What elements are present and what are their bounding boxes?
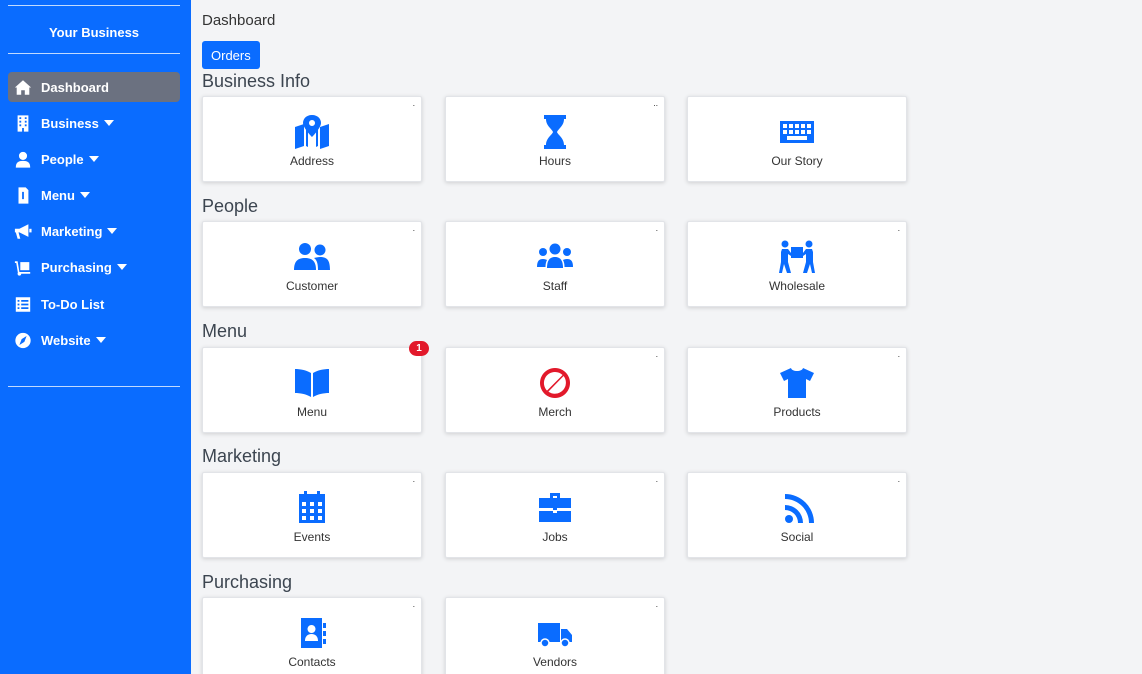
users-icon bbox=[203, 240, 421, 274]
card-corner-mark: . bbox=[655, 350, 658, 359]
card-vendors[interactable]: . Vendors bbox=[445, 597, 665, 674]
sidebar-item-business[interactable]: Business bbox=[8, 108, 180, 138]
card-contacts[interactable]: . Contacts bbox=[202, 597, 422, 674]
sidebar-item-label: Menu bbox=[41, 187, 75, 203]
sidebar-item-label: Website bbox=[41, 332, 91, 348]
list-icon bbox=[13, 295, 33, 313]
receipt-icon bbox=[13, 186, 33, 204]
book-open-icon bbox=[203, 366, 421, 400]
card-products[interactable]: . Products bbox=[687, 347, 907, 433]
sidebar-item-purchasing[interactable]: Purchasing bbox=[8, 252, 180, 282]
user-group-icon bbox=[446, 240, 664, 274]
card-social[interactable]: . Social bbox=[687, 472, 907, 558]
sidebar-item-todo[interactable]: To-Do List bbox=[8, 289, 180, 319]
card-customer[interactable]: . Customer bbox=[202, 221, 422, 307]
orders-button[interactable]: Orders bbox=[202, 41, 260, 69]
sidebar-item-label: Business bbox=[41, 115, 99, 131]
card-label: Social bbox=[780, 530, 814, 544]
sidebar-item-label: Marketing bbox=[41, 223, 103, 239]
card-label: Staff bbox=[542, 279, 568, 293]
brand-name[interactable]: Your Business bbox=[8, 25, 180, 40]
calendar-icon bbox=[203, 491, 421, 525]
card-label: Menu bbox=[296, 405, 328, 419]
card-wholesale[interactable]: . Wholesale bbox=[687, 221, 907, 307]
section-title-business-info: Business Info bbox=[202, 71, 311, 91]
card-corner-mark: . bbox=[412, 99, 415, 108]
building-icon bbox=[13, 114, 33, 132]
notification-badge: 1 bbox=[409, 341, 429, 356]
card-our-story[interactable]: Our Story bbox=[687, 96, 907, 182]
card-menu[interactable]: 1 Menu bbox=[202, 341, 429, 433]
caret-down-icon bbox=[103, 120, 114, 126]
sidebar-divider bbox=[8, 53, 180, 54]
caret-down-icon bbox=[79, 192, 90, 198]
sidebar-divider bbox=[8, 386, 180, 387]
tshirt-icon bbox=[688, 366, 906, 400]
card-address[interactable]: . Address bbox=[202, 96, 422, 182]
card-merch[interactable]: . Merch bbox=[445, 347, 665, 433]
sidebar-item-dashboard[interactable]: Dashboard bbox=[8, 72, 180, 102]
card-label: Our Story bbox=[771, 154, 823, 168]
sidebar-item-people[interactable]: People bbox=[8, 144, 180, 174]
sidebar-item-label: To-Do List bbox=[41, 296, 105, 312]
user-icon bbox=[13, 150, 33, 168]
people-carry-icon bbox=[688, 240, 906, 274]
sidebar-item-menu[interactable]: Menu bbox=[8, 180, 180, 210]
sidebar-item-label: Dashboard bbox=[41, 79, 109, 95]
address-book-icon bbox=[203, 616, 421, 650]
section-title-marketing: Marketing bbox=[202, 446, 282, 466]
caret-down-icon bbox=[107, 228, 118, 234]
breadcrumb: Dashboard bbox=[202, 12, 276, 29]
card-corner-mark: . bbox=[412, 224, 415, 233]
card-corner-mark: . bbox=[897, 224, 900, 233]
card-corner-mark: . bbox=[655, 224, 658, 233]
caret-down-icon bbox=[88, 156, 99, 162]
card-events[interactable]: . Events bbox=[202, 472, 422, 558]
section-title-people: People bbox=[202, 196, 259, 216]
section-title-purchasing: Purchasing bbox=[202, 572, 293, 592]
dolly-icon bbox=[13, 258, 33, 276]
card-label: Customer bbox=[285, 279, 338, 293]
map-marker-icon bbox=[203, 115, 421, 149]
sidebar-item-label: People bbox=[41, 151, 84, 167]
card-label: Jobs bbox=[542, 530, 568, 544]
card-label: Merch bbox=[538, 405, 572, 419]
card-corner-mark: . bbox=[897, 350, 900, 359]
card-corner-mark: . bbox=[412, 475, 415, 484]
megaphone-icon bbox=[13, 222, 33, 240]
card-label: Events bbox=[293, 530, 331, 544]
card-corner-mark: . bbox=[897, 475, 900, 484]
ban-icon bbox=[446, 366, 664, 400]
card-hours[interactable]: .. Hours bbox=[445, 96, 665, 182]
card-corner-mark: . bbox=[655, 475, 658, 484]
sidebar-item-label: Purchasing bbox=[41, 259, 112, 275]
card-label: Wholesale bbox=[768, 279, 826, 293]
card-corner-mark: . bbox=[655, 600, 658, 609]
keyboard-icon bbox=[688, 115, 906, 149]
truck-icon bbox=[446, 616, 664, 650]
sidebar-item-website[interactable]: Website bbox=[8, 325, 180, 355]
main-content: Dashboard Orders Business Info . Address… bbox=[191, 0, 1142, 674]
home-icon bbox=[13, 78, 33, 96]
card-corner-mark: . bbox=[412, 600, 415, 609]
card-label: Hours bbox=[538, 154, 571, 168]
sidebar-divider bbox=[8, 5, 180, 6]
caret-down-icon bbox=[95, 337, 106, 343]
sidebar: Your Business Dashboard Business People … bbox=[0, 0, 191, 674]
sidebar-item-marketing[interactable]: Marketing bbox=[8, 216, 180, 246]
card-corner-mark: .. bbox=[653, 99, 658, 108]
rss-icon bbox=[688, 491, 906, 525]
compass-icon bbox=[13, 331, 33, 349]
card-label: Vendors bbox=[532, 655, 578, 669]
briefcase-icon bbox=[446, 491, 664, 525]
card-label: Products bbox=[773, 405, 821, 419]
card-jobs[interactable]: . Jobs bbox=[445, 472, 665, 558]
card-label: Contacts bbox=[288, 655, 336, 669]
section-title-menu: Menu bbox=[202, 321, 248, 341]
caret-down-icon bbox=[116, 264, 127, 270]
card-label: Address bbox=[289, 154, 335, 168]
hourglass-icon bbox=[446, 115, 664, 149]
card-staff[interactable]: . Staff bbox=[445, 221, 665, 307]
